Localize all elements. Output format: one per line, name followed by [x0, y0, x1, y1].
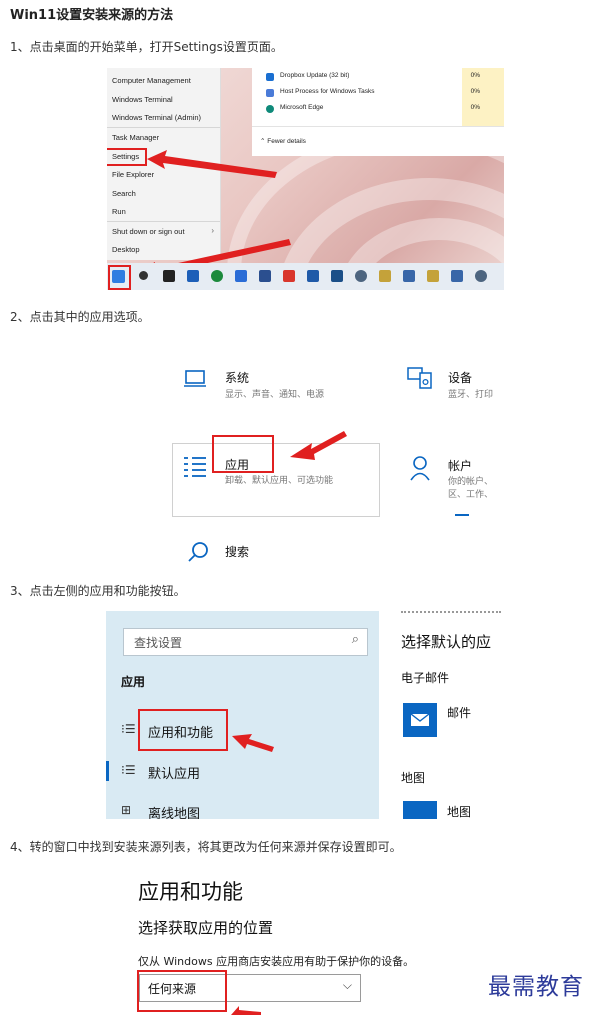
- article-title: Win11设置安装来源的方法: [10, 8, 174, 23]
- accounts-title[interactable]: 帐户: [448, 457, 472, 474]
- arrow-to-dropdown: [231, 1006, 261, 1015]
- start-highlight-box: [108, 265, 131, 290]
- tile-fragment: [455, 514, 469, 516]
- step-4-text: 4、转的窗口中找到安装来源列表，将其更改为任何来源并保存设置即可。: [10, 840, 402, 854]
- annotation-arrows: [137, 150, 291, 280]
- email-label: 电子邮件: [401, 671, 450, 685]
- annotation-arrow: [290, 431, 347, 460]
- app-icon[interactable]: [403, 270, 415, 282]
- office-icon[interactable]: [283, 270, 295, 282]
- search-title[interactable]: 搜索: [225, 543, 249, 560]
- gear-icon[interactable]: [475, 270, 487, 282]
- scroll-edge: [401, 611, 501, 616]
- mail-icon[interactable]: [307, 270, 319, 282]
- screenshot-apps-settings: 查找设置 ⌕ 应用 ⁝☰ 应用和功能 ⁝☰ 默认应用 ⊞ 离线地图 选择默认的应…: [106, 611, 503, 819]
- accounts-subtitle-2: 区、工作、: [448, 490, 494, 500]
- page-title: 应用和功能: [138, 880, 243, 904]
- chevron-down-icon: ⌵: [342, 978, 352, 992]
- person-icon: [410, 456, 430, 481]
- nav-default-apps[interactable]: 默认应用: [148, 763, 200, 782]
- mail-app-name[interactable]: 邮件: [447, 704, 471, 721]
- maps-app-icon[interactable]: [403, 801, 437, 819]
- folder-icon[interactable]: [379, 270, 391, 282]
- app-icon[interactable]: [451, 270, 463, 282]
- taskbar: [107, 263, 504, 290]
- screenshot-settings-home: 系统 显示、声音、通知、电源 设备 蓝牙、打印 应用 卸载、默认应用、可选功能 …: [172, 337, 504, 567]
- description-text: 仅从 Windows 应用商店安装应用有助于保护你的设备。: [138, 955, 415, 968]
- step-3-text: 3、点击左侧的应用和功能按钮。: [10, 584, 186, 598]
- arrow-to-apps-features: [232, 734, 274, 752]
- default-apps-icon: ⁝☰: [121, 763, 136, 777]
- arrow-to-apps: [290, 431, 347, 460]
- annotation-arrow: [231, 1006, 261, 1015]
- page-subtitle: 选择获取应用的位置: [138, 919, 274, 937]
- right-title: 选择默认的应: [401, 633, 492, 651]
- map-icon: ⊞: [121, 803, 132, 817]
- annotation-arrow: [232, 734, 274, 752]
- step-2-text: 2、点击其中的应用选项。: [10, 310, 150, 324]
- nav-offline-maps[interactable]: 离线地图: [148, 803, 200, 819]
- store-icon[interactable]: [259, 270, 271, 282]
- widgets-icon[interactable]: [187, 270, 199, 282]
- settings-sidebar: 查找设置 ⌕ 应用 ⁝☰ 应用和功能 ⁝☰ 默认应用 ⊞ 离线地图: [106, 611, 379, 819]
- task-view-icon[interactable]: [163, 270, 175, 282]
- screenshot-start-menu: Computer Management Windows Terminal Win…: [107, 68, 504, 290]
- dropdown-highlight-box: [137, 970, 227, 1012]
- app-icon[interactable]: [331, 270, 343, 282]
- folder-icon[interactable]: [427, 270, 439, 282]
- edge-taskbar-icon[interactable]: [211, 270, 223, 282]
- accounts-subtitle: 你的帐户、: [448, 477, 494, 487]
- gear-icon[interactable]: [355, 270, 367, 282]
- selection-indicator: [106, 761, 109, 781]
- maps-app-name[interactable]: 地图: [447, 803, 471, 819]
- mail-app-icon[interactable]: [403, 703, 437, 737]
- arrow-to-settings: [147, 150, 277, 178]
- watermark-logo: 最需教育: [488, 974, 584, 1000]
- search-icon[interactable]: [139, 271, 148, 280]
- explorer-icon[interactable]: [235, 270, 247, 282]
- maps-label: 地图: [401, 771, 426, 785]
- step-1-text: 1、点击桌面的开始菜单，打开Settings设置页面。: [10, 40, 283, 54]
- search-icon: [188, 542, 208, 562]
